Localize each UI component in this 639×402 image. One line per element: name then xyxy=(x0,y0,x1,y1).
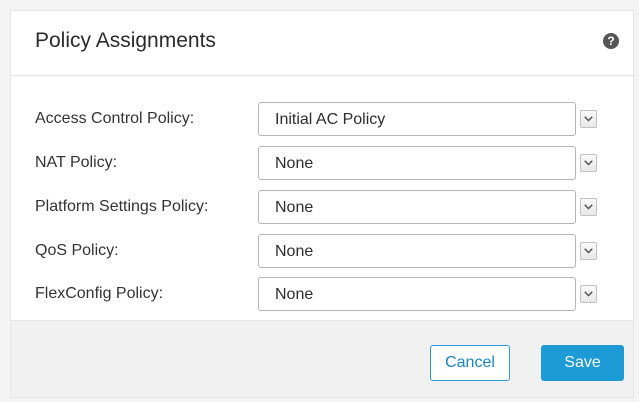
flexconfig-policy-select[interactable]: None xyxy=(258,277,576,311)
cancel-button[interactable]: Cancel xyxy=(430,345,510,381)
field-row-access-control-policy: Access Control Policy: Initial AC Policy xyxy=(11,102,633,138)
save-button[interactable]: Save xyxy=(541,345,624,381)
select-value: None xyxy=(275,243,314,260)
platform-settings-policy-label: Platform Settings Policy: xyxy=(35,198,209,215)
field-row-nat-policy: NAT Policy: None xyxy=(11,146,633,182)
qos-policy-label: QoS Policy: xyxy=(35,242,119,259)
field-row-platform-settings-policy: Platform Settings Policy: None xyxy=(11,190,633,226)
question-circle-icon[interactable]: ? xyxy=(603,33,619,49)
chevron-down-icon[interactable] xyxy=(580,198,597,216)
access-control-policy-label: Access Control Policy: xyxy=(35,110,195,127)
qos-policy-select[interactable]: None xyxy=(258,234,576,268)
chevron-down-icon[interactable] xyxy=(580,110,597,128)
chevron-down-icon[interactable] xyxy=(580,285,597,303)
dialog-footer: Cancel Save xyxy=(11,320,633,397)
policy-assignments-dialog: Policy Assignments ? Access Control Poli… xyxy=(10,10,634,398)
dialog-body: Access Control Policy: Initial AC Policy… xyxy=(11,76,633,321)
select-value: None xyxy=(275,199,314,216)
access-control-policy-select[interactable]: Initial AC Policy xyxy=(258,102,576,136)
select-value: Initial AC Policy xyxy=(275,111,386,128)
select-value: None xyxy=(275,286,314,303)
dialog-title: Policy Assignments xyxy=(35,29,216,52)
chevron-down-icon[interactable] xyxy=(580,154,597,172)
flexconfig-policy-label: FlexConfig Policy: xyxy=(35,285,164,302)
nat-policy-label: NAT Policy: xyxy=(35,154,118,171)
field-row-qos-policy: QoS Policy: None xyxy=(11,234,633,270)
chevron-down-icon[interactable] xyxy=(580,242,597,260)
select-value: None xyxy=(275,155,314,172)
platform-settings-policy-select[interactable]: None xyxy=(258,190,576,224)
field-row-flexconfig-policy: FlexConfig Policy: None xyxy=(11,277,633,313)
nat-policy-select[interactable]: None xyxy=(258,146,576,180)
dialog-header: Policy Assignments ? xyxy=(11,11,633,76)
